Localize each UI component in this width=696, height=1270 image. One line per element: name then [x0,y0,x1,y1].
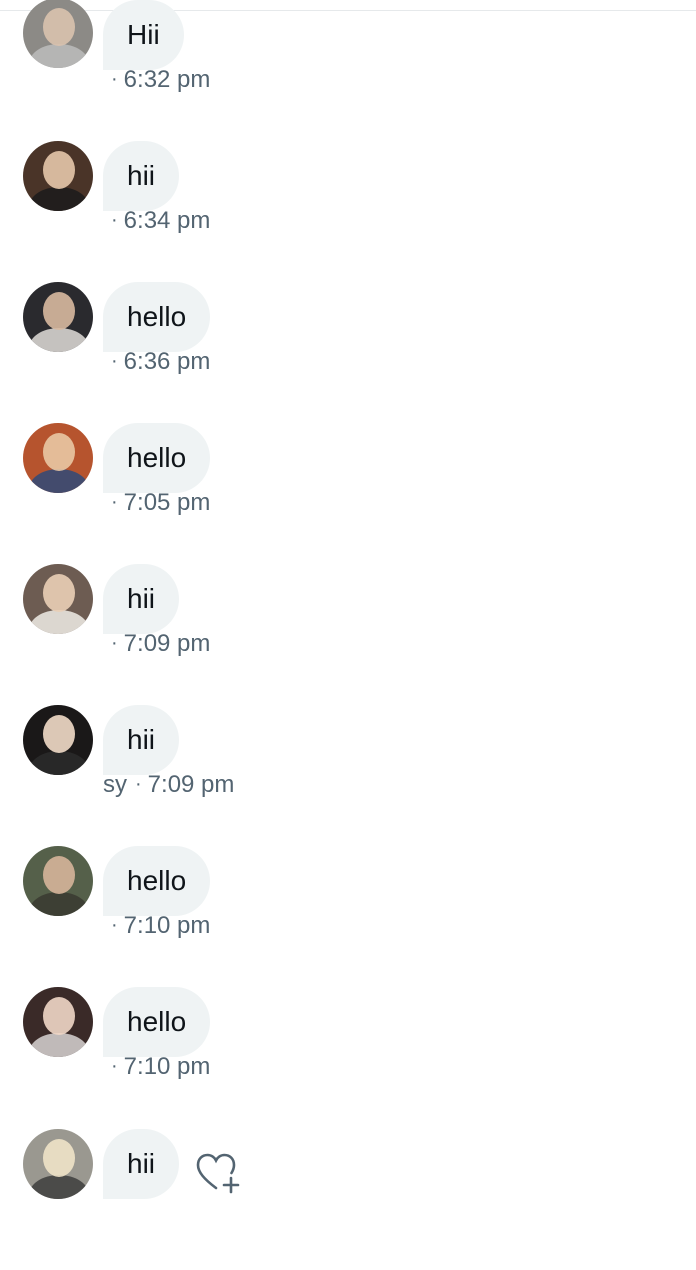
avatar[interactable] [23,423,93,493]
avatar-figure-head [43,715,75,753]
avatar-figure-body [29,44,89,68]
message-row: hii sy · 7:09 pm [0,705,696,846]
avatar-figure-body [29,469,89,493]
message-meta: · 6:34 pm [103,207,210,235]
meta-separator: · [111,491,118,513]
message-timestamp: 6:34 pm [123,207,211,234]
avatar-figure-body [29,892,89,916]
avatar-figure-head [43,574,75,612]
message-bubble[interactable]: hello [103,846,211,916]
message-timestamp: 6:32 pm [123,66,211,93]
meta-separator: · [111,632,118,654]
meta-separator: · [111,209,118,231]
message-row: hello · 7:10 pm [0,846,696,987]
avatar-figure-head [43,856,75,894]
sender-name-clipped: sy [103,771,127,798]
message-meta: · 7:05 pm [103,489,210,517]
message-timestamp: 7:10 pm [123,1053,211,1080]
message-bubble[interactable]: hii [103,141,180,211]
meta-separator: · [111,1055,118,1077]
avatar-figure-body [29,751,89,775]
meta-separator: · [111,350,118,372]
avatar[interactable] [23,846,93,916]
meta-separator: · [111,914,118,936]
message-bubble[interactable]: hello [103,282,211,352]
message-bubble[interactable]: Hii [103,0,184,70]
avatar-figure-body [29,1033,89,1057]
message-bubble[interactable]: hii [103,1129,180,1199]
message-meta: · 7:09 pm [103,630,210,658]
avatar-figure-head [43,433,75,471]
message-row: hello · 6:36 pm [0,282,696,423]
avatar[interactable] [23,705,93,775]
message-bubble[interactable]: hello [103,423,211,493]
avatar[interactable] [23,1129,93,1199]
message-timestamp: 6:36 pm [123,348,211,375]
avatar-figure-body [29,187,89,211]
avatar[interactable] [23,564,93,634]
message-timestamp: 7:10 pm [123,912,211,939]
avatar-figure-head [43,1139,75,1177]
meta-separator: · [135,773,142,795]
avatar[interactable] [23,987,93,1057]
message-meta: · 7:10 pm [103,912,210,940]
message-bubble[interactable]: hii [103,564,180,634]
avatar-figure-body [29,328,89,352]
avatar[interactable] [23,0,93,68]
message-meta: · 6:36 pm [103,348,210,376]
message-bubble[interactable]: hii [103,705,180,775]
avatar-figure-body [29,1175,89,1199]
message-row: hello · 7:10 pm [0,987,696,1128]
avatar-figure-head [43,8,75,46]
avatar[interactable] [23,282,93,352]
avatar-figure-body [29,610,89,634]
message-row: hii · 6:34 pm [0,141,696,282]
message-timestamp: 7:09 pm [147,771,235,798]
message-row: Hii · 6:32 pm [0,0,696,141]
add-reaction-heart-icon[interactable] [196,1152,242,1194]
message-meta: sy · 7:09 pm [103,771,234,799]
message-meta: · 7:10 pm [103,1053,210,1081]
message-meta: · 6:32 pm [103,66,210,94]
avatar-figure-head [43,997,75,1035]
message-row: hello · 7:05 pm [0,423,696,564]
avatar[interactable] [23,141,93,211]
message-timestamp: 7:05 pm [123,489,211,516]
message-row: hii · 7:09 pm [0,564,696,705]
meta-separator: · [111,68,118,90]
message-bubble[interactable]: hello [103,987,211,1057]
message-timestamp: 7:09 pm [123,630,211,657]
avatar-figure-head [43,292,75,330]
avatar-figure-head [43,151,75,189]
